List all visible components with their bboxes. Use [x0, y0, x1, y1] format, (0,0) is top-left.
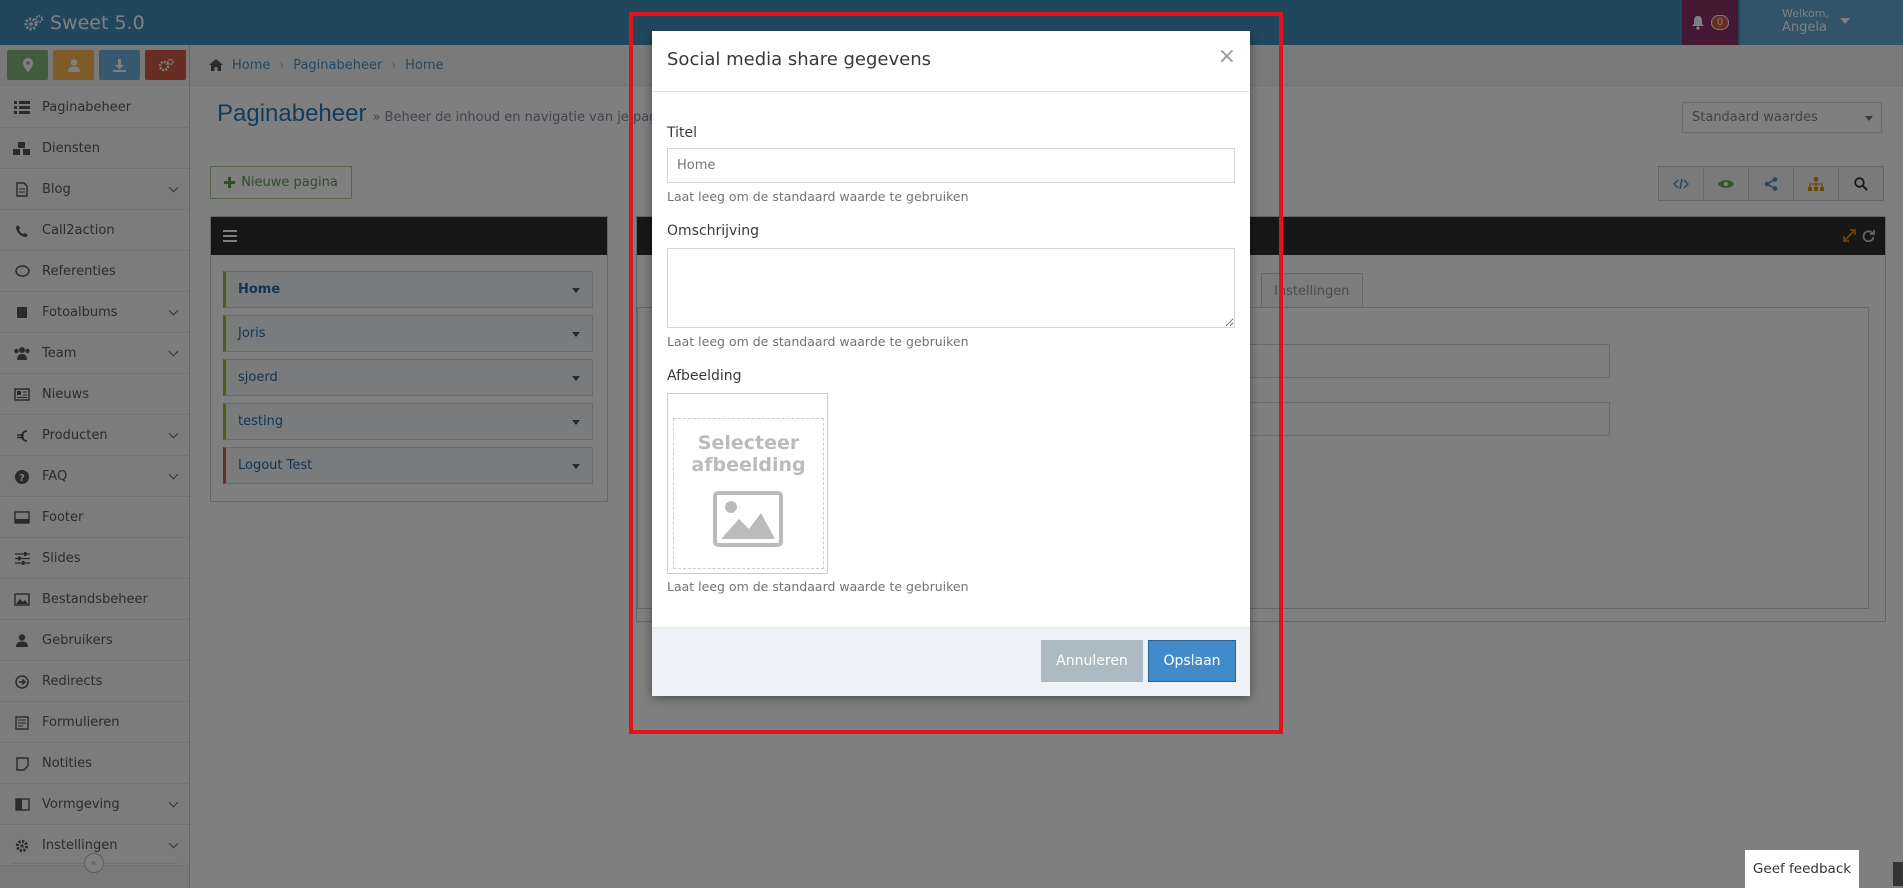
- image-picker[interactable]: Selecteer afbeelding: [667, 393, 828, 574]
- image-placeholder-icon: [713, 491, 783, 547]
- image-picker-line-2: afbeelding: [691, 454, 806, 476]
- feedback-button[interactable]: Geef feedback: [1745, 850, 1859, 888]
- image-label: Afbeelding: [667, 368, 742, 384]
- modal-footer: Annuleren Opslaan: [652, 627, 1250, 696]
- image-help-text: Laat leeg om de standaard waarde te gebr…: [667, 579, 969, 594]
- title-input[interactable]: [667, 148, 1235, 183]
- save-button[interactable]: Opslaan: [1148, 640, 1236, 682]
- title-label: Titel: [667, 125, 698, 141]
- image-picker-line-1: Selecteer: [697, 432, 800, 454]
- image-picker-text: Selecteer afbeelding: [674, 432, 823, 476]
- title-help-text: Laat leeg om de standaard waarde te gebr…: [667, 189, 969, 204]
- description-textarea[interactable]: [667, 248, 1235, 328]
- image-dropzone: Selecteer afbeelding: [673, 418, 824, 569]
- corner-widget[interactable]: [1893, 862, 1903, 886]
- description-label: Omschrijving: [667, 223, 759, 239]
- description-help-text: Laat leeg om de standaard waarde te gebr…: [667, 334, 969, 349]
- cancel-button[interactable]: Annuleren: [1041, 640, 1143, 682]
- social-share-modal: Social media share gegevens × Titel Laat…: [652, 31, 1250, 696]
- modal-title: Social media share gegevens: [667, 49, 932, 70]
- modal-header: Social media share gegevens ×: [652, 31, 1250, 92]
- close-icon[interactable]: ×: [1218, 46, 1236, 68]
